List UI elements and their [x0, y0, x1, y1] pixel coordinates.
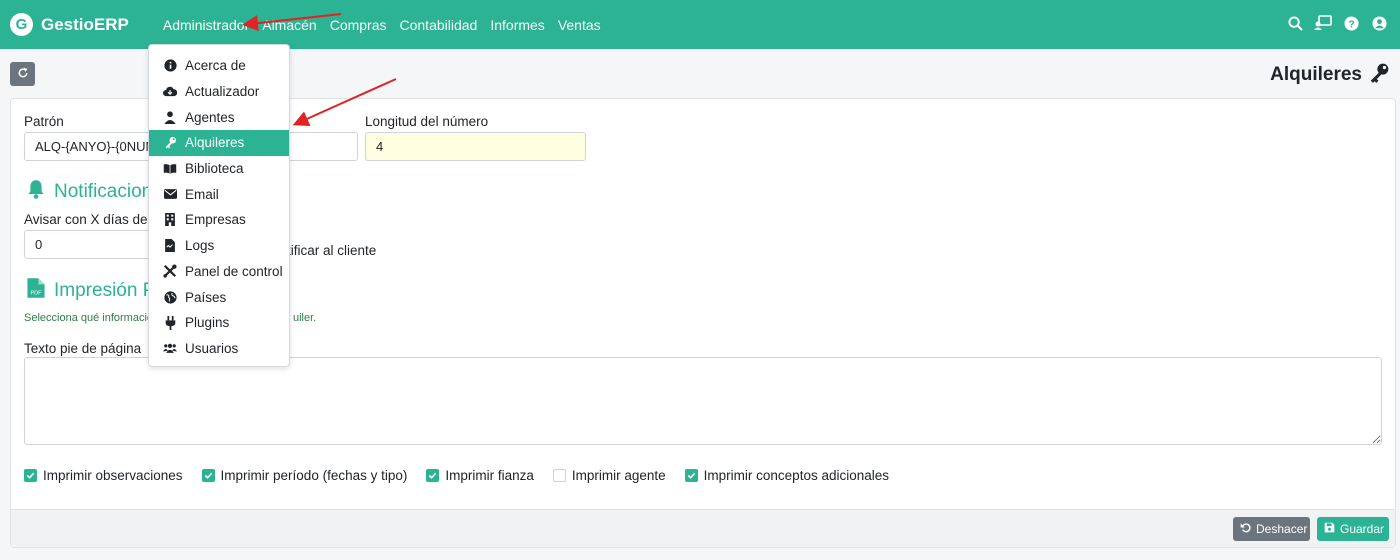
nav-item-contabilidad[interactable]: Contabilidad: [400, 17, 478, 33]
menu-item-logs[interactable]: Logs: [149, 233, 289, 259]
checkbox-print-additional-concepts[interactable]: Imprimir conceptos adicionales: [684, 468, 890, 483]
menu-item-paises[interactable]: Países: [149, 284, 289, 310]
pattern-label: Patrón: [24, 114, 64, 129]
menu-item-label: Empresas: [185, 212, 246, 228]
menu-item-label: Acerca de: [185, 58, 246, 74]
menu-item-label: Usuarios: [185, 340, 239, 356]
checkbox-print-deposit[interactable]: Imprimir fianza: [426, 468, 534, 483]
menu-item-label: Plugins: [185, 315, 230, 331]
search-icon[interactable]: [1286, 14, 1304, 32]
nav-menu: Administrador Almacén Compras Contabilid…: [163, 17, 614, 33]
info-icon: [163, 59, 177, 73]
checkbox-checked[interactable]: [684, 469, 698, 482]
undo-label: Deshacer: [1256, 522, 1308, 536]
user-icon[interactable]: [1370, 14, 1388, 32]
checkbox-print-period[interactable]: Imprimir período (fechas y tipo): [201, 468, 408, 483]
checkbox-label: Imprimir fianza: [445, 468, 534, 483]
undo-icon: [1240, 522, 1251, 536]
brand-logo: G: [10, 13, 33, 36]
warn-days-input[interactable]: 0: [24, 230, 154, 259]
number-length-input[interactable]: 4: [365, 132, 586, 161]
cloud-download-icon: [163, 85, 177, 99]
menu-item-label: Biblioteca: [185, 161, 244, 177]
checkbox-unchecked[interactable]: [552, 469, 566, 482]
nav-item-compras[interactable]: Compras: [330, 17, 387, 33]
checkbox-label: Imprimir conceptos adicionales: [703, 468, 890, 483]
menu-item-biblioteca[interactable]: Biblioteca: [149, 156, 289, 182]
menu-item-label: Email: [185, 186, 219, 202]
notifications-section-title: Notificacion: [26, 179, 152, 205]
help-icon[interactable]: ?: [1342, 14, 1360, 32]
bell-icon: [26, 179, 46, 205]
menu-item-label: Logs: [185, 238, 215, 254]
menu-item-label: Alquileres: [185, 135, 245, 151]
save-button[interactable]: Guardar: [1317, 517, 1389, 541]
brand[interactable]: G GestioERP: [10, 13, 129, 36]
print-help-text: Selecciona qué informacio: [24, 312, 154, 324]
user-tie-icon: [163, 110, 177, 124]
page-title-text: Alquileres: [1270, 63, 1362, 85]
menu-item-label: Actualizador: [185, 84, 260, 100]
building-icon: [163, 213, 177, 227]
checkbox-print-agent[interactable]: Imprimir agente: [552, 468, 666, 483]
print-title-text: Impresión P: [54, 280, 156, 301]
checkbox-checked[interactable]: [24, 469, 37, 482]
svg-text:PDF: PDF: [31, 291, 43, 297]
administrador-dropdown-menu: Acerca de Actualizador Agentes Alquilere…: [148, 44, 290, 367]
brand-name: GestioERP: [41, 14, 129, 34]
undo-button[interactable]: Deshacer: [1233, 517, 1310, 541]
tools-icon: [163, 264, 177, 278]
menu-item-empresas[interactable]: Empresas: [149, 207, 289, 233]
key-icon: [1368, 62, 1390, 87]
menu-item-plugins[interactable]: Plugins: [149, 310, 289, 336]
menu-item-label: Países: [185, 289, 227, 305]
warn-days-label: Avisar con X días de an: [24, 212, 167, 227]
reload-icon: [17, 66, 29, 82]
save-label: Guardar: [1340, 522, 1385, 536]
number-length-label: Longitud del número: [365, 114, 489, 129]
menu-item-email[interactable]: Email: [149, 181, 289, 207]
print-help-text-tail: uiler.: [293, 312, 317, 324]
checkbox-checked[interactable]: [426, 469, 440, 482]
envelope-icon: [163, 187, 177, 201]
page-title: Alquileres: [1270, 62, 1390, 87]
plug-icon: [163, 315, 177, 330]
notify-client-label[interactable]: tificar al cliente: [287, 243, 376, 258]
svg-text:?: ?: [1348, 19, 1354, 30]
checkbox-label: Imprimir período (fechas y tipo): [220, 468, 408, 483]
file-icon: [163, 239, 177, 253]
users-icon: [163, 341, 177, 355]
top-navbar: G GestioERP Administrador Almacén Compra…: [0, 0, 1400, 49]
nav-item-administrador[interactable]: Administrador: [163, 17, 249, 33]
card-footer: [11, 509, 1395, 547]
menu-item-acerca-de[interactable]: Acerca de: [149, 53, 289, 79]
print-options: Imprimir observaciones Imprimir período …: [24, 468, 908, 483]
save-icon: [1324, 522, 1335, 536]
footer-text-textarea[interactable]: [24, 357, 1382, 445]
footer-text-label: Texto pie de página: [24, 341, 142, 356]
menu-item-label: Agentes: [185, 109, 235, 125]
checkbox-checked[interactable]: [201, 469, 215, 482]
menu-item-label: Panel de control: [185, 263, 283, 279]
notifications-title-text: Notificacion: [54, 181, 153, 202]
menu-item-panel-de-control[interactable]: Panel de control: [149, 259, 289, 285]
menu-item-actualizador[interactable]: Actualizador: [149, 79, 289, 105]
menu-item-alquileres[interactable]: Alquileres: [149, 130, 289, 156]
globe-icon: [163, 290, 177, 304]
book-icon: [163, 162, 177, 176]
checkbox-label: Imprimir agente: [571, 468, 666, 483]
menu-item-agentes[interactable]: Agentes: [149, 104, 289, 130]
checkbox-print-observations[interactable]: Imprimir observaciones: [24, 468, 183, 483]
print-section-title: PDF Impresión P: [26, 277, 155, 305]
reload-button[interactable]: [10, 62, 35, 86]
checkbox-label: Imprimir observaciones: [43, 468, 183, 483]
nav-item-almacen[interactable]: Almacén: [262, 17, 316, 33]
key-icon: [163, 136, 177, 150]
pdf-icon: PDF: [26, 277, 46, 305]
menu-item-usuarios[interactable]: Usuarios: [149, 336, 289, 362]
nav-item-ventas[interactable]: Ventas: [558, 17, 601, 33]
nav-item-informes[interactable]: Informes: [490, 17, 544, 33]
user-screen-icon[interactable]: [1314, 14, 1332, 32]
